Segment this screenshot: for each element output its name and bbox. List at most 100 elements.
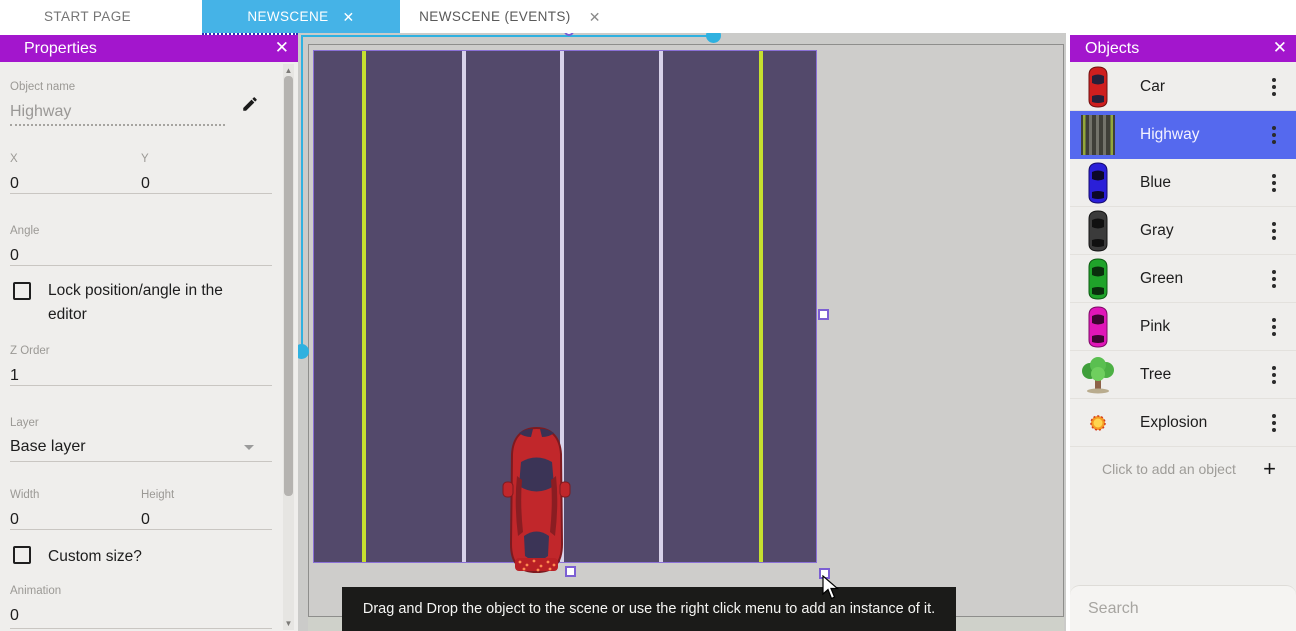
object-row-green[interactable]: Green [1070, 255, 1296, 303]
game-window-border-left [301, 35, 303, 352]
object-list: Car Highway [1070, 63, 1296, 491]
close-tab-icon[interactable]: ✕ [589, 10, 601, 24]
layer-label: Layer [10, 417, 39, 429]
scene-editor-window: START PAGE NEWSCENE ✕ NEWSCENE (EVENTS) … [0, 0, 1296, 631]
kebab-menu-icon[interactable] [1272, 78, 1276, 96]
kebab-menu-icon[interactable] [1272, 174, 1276, 192]
object-row-car[interactable]: Car [1070, 63, 1296, 111]
scene-canvas[interactable]: Drag and Drop the object to the scene or… [298, 33, 1066, 631]
close-icon[interactable]: ✕ [275, 39, 289, 56]
tab-spacer [175, 0, 202, 33]
plus-icon[interactable]: + [1263, 458, 1276, 480]
angle-field[interactable]: 0 [10, 247, 19, 265]
field-underline [10, 265, 272, 266]
y-field[interactable]: 0 [141, 175, 150, 193]
tab-label: NEWSCENE [247, 9, 328, 24]
object-row-explosion[interactable]: Explosion [1070, 399, 1296, 447]
lane-line-yellow [759, 51, 763, 562]
explosion-icon [1078, 401, 1118, 445]
object-row-gray[interactable]: Gray [1070, 207, 1296, 255]
red-car-instance[interactable] [500, 424, 573, 576]
drag-drop-tooltip: Drag and Drop the object to the scene or… [342, 587, 956, 631]
scroll-up-icon[interactable]: ▲ [284, 66, 293, 75]
object-label: Explosion [1140, 414, 1207, 432]
object-label: Pink [1140, 318, 1170, 336]
animation-field[interactable]: 0 [10, 607, 19, 625]
close-tab-icon[interactable]: ✕ [343, 10, 355, 24]
animation-label: Animation [10, 585, 61, 597]
mouse-cursor-icon [822, 575, 840, 601]
gray-car-icon [1078, 209, 1118, 253]
close-icon[interactable]: ✕ [1273, 39, 1287, 56]
kebab-menu-icon[interactable] [1272, 270, 1276, 288]
field-underline [10, 628, 272, 629]
properties-panel: Properties ✕ Object name Highway X Y 0 0… [0, 35, 298, 631]
edit-pencil-icon[interactable] [241, 95, 259, 113]
field-underline [10, 193, 272, 194]
kebab-menu-icon[interactable] [1272, 366, 1276, 384]
object-label: Gray [1140, 222, 1174, 240]
tree-icon [1078, 353, 1118, 397]
resize-handle-right[interactable] [818, 309, 829, 320]
chevron-down-icon[interactable] [244, 445, 254, 450]
blue-car-icon [1078, 161, 1118, 205]
object-row-blue[interactable]: Blue [1070, 159, 1296, 207]
objects-panel-header: Objects ✕ [1070, 35, 1296, 62]
custom-size-label: Custom size? [48, 545, 142, 569]
x-field[interactable]: 0 [10, 175, 19, 193]
scrollbar-thumb[interactable] [284, 76, 293, 496]
object-row-tree[interactable]: Tree [1070, 351, 1296, 399]
properties-scrollbar[interactable]: ▲ ▼ [283, 64, 294, 630]
lane-line-yellow [362, 51, 366, 562]
tab-start-page[interactable]: START PAGE [0, 0, 175, 33]
window-border-handle-icon[interactable] [706, 33, 721, 43]
tab-label: NEWSCENE (EVENTS) [419, 9, 571, 24]
object-label: Blue [1140, 174, 1171, 192]
tab-newscene[interactable]: NEWSCENE ✕ [202, 0, 400, 33]
object-row-pink[interactable]: Pink [1070, 303, 1296, 351]
tab-bar: START PAGE NEWSCENE ✕ NEWSCENE (EVENTS) … [0, 0, 1296, 33]
tab-label: START PAGE [44, 9, 131, 24]
kebab-menu-icon[interactable] [1272, 414, 1276, 432]
add-object-button[interactable]: Click to add an object + [1070, 447, 1296, 491]
kebab-menu-icon[interactable] [1272, 222, 1276, 240]
field-underline [10, 385, 272, 386]
resize-handle-bottom[interactable] [565, 566, 576, 577]
width-label: Width [10, 489, 39, 501]
x-label: X [10, 153, 18, 165]
object-name-value: Highway [10, 103, 71, 121]
layer-select[interactable]: Base layer [10, 438, 86, 456]
field-underline [10, 529, 272, 530]
search-input[interactable] [1088, 600, 1295, 618]
y-label: Y [141, 153, 149, 165]
scroll-down-icon[interactable]: ▼ [284, 619, 293, 628]
object-row-highway[interactable]: Highway [1070, 111, 1296, 159]
object-search-card [1070, 585, 1296, 631]
custom-size-checkbox[interactable] [13, 546, 31, 564]
lane-line-white [462, 51, 466, 562]
lock-position-checkbox[interactable] [13, 282, 31, 300]
object-label: Car [1140, 78, 1165, 96]
field-underline [10, 461, 272, 462]
tooltip-text: Drag and Drop the object to the scene or… [363, 601, 935, 617]
field-underline [10, 124, 225, 126]
height-field[interactable]: 0 [141, 511, 150, 529]
lane-line-white [659, 51, 663, 562]
z-order-label: Z Order [10, 345, 50, 357]
add-object-label: Click to add an object [1102, 461, 1236, 477]
panel-title: Properties [0, 40, 97, 58]
tab-newscene-events[interactable]: NEWSCENE (EVENTS) ✕ [400, 0, 620, 33]
object-label: Tree [1140, 366, 1171, 384]
height-label: Height [141, 489, 174, 501]
object-name-label: Object name [10, 81, 75, 93]
object-label: Highway [1140, 126, 1199, 144]
z-order-field[interactable]: 1 [10, 367, 19, 385]
kebab-menu-icon[interactable] [1272, 318, 1276, 336]
object-label: Green [1140, 270, 1183, 288]
pink-car-icon [1078, 305, 1118, 349]
game-window-border-top [301, 35, 714, 37]
highway-icon [1078, 113, 1118, 157]
red-car-icon [1078, 65, 1118, 109]
kebab-menu-icon[interactable] [1272, 126, 1276, 144]
width-field[interactable]: 0 [10, 511, 19, 529]
